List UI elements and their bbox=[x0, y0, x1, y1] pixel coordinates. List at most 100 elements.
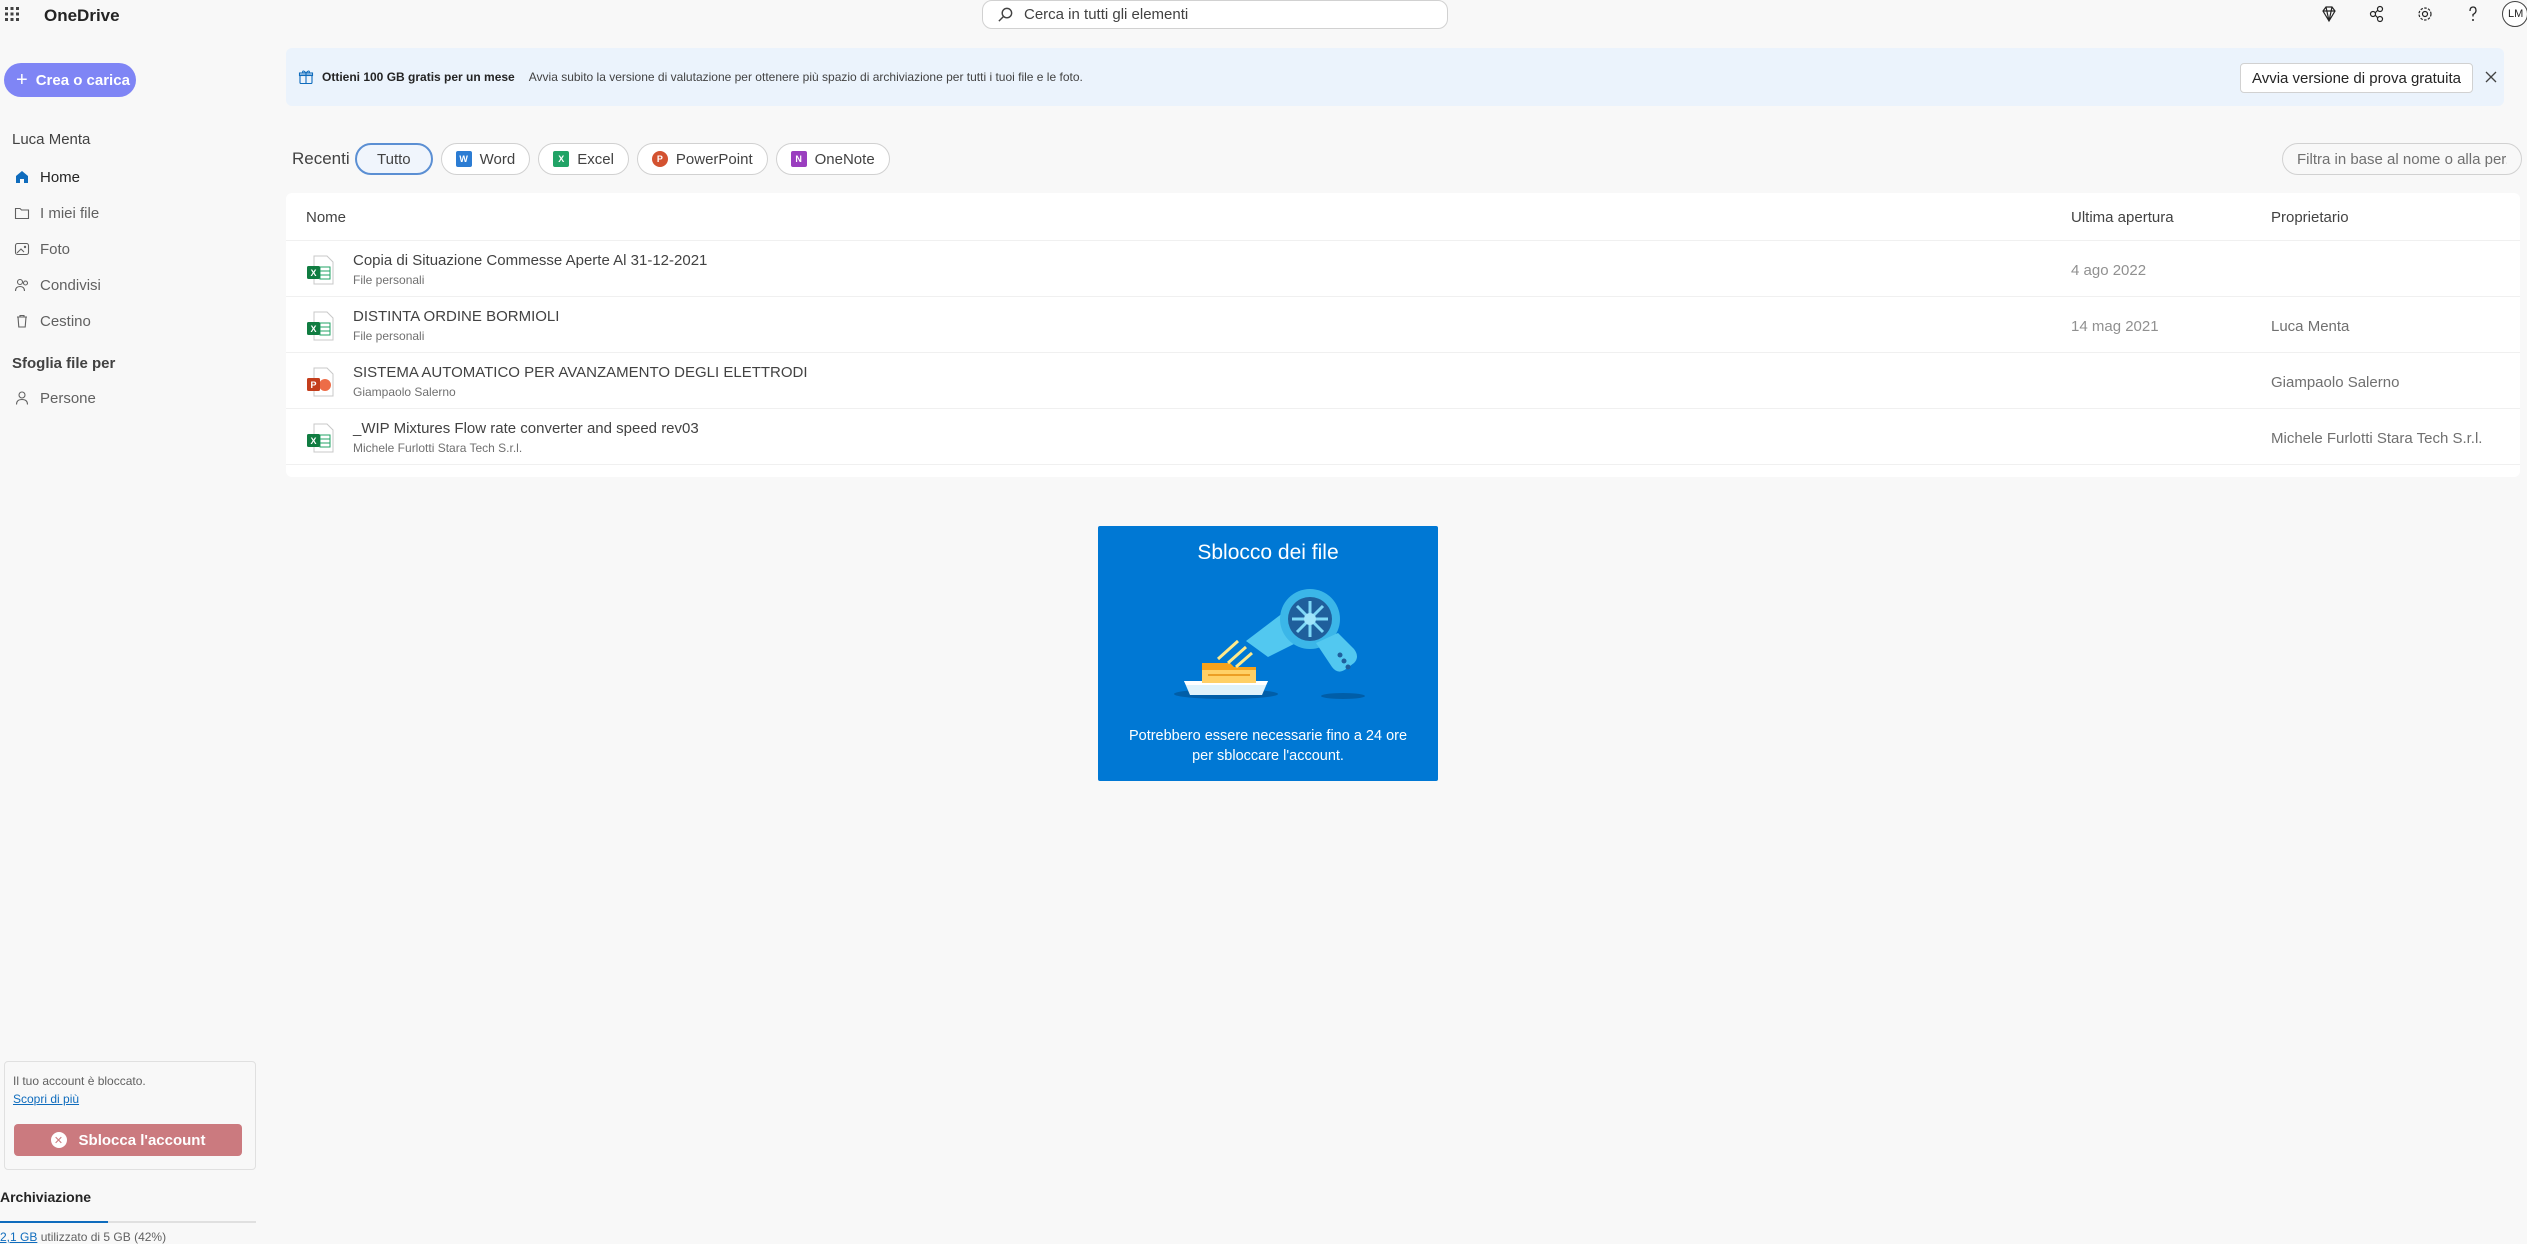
help-question-icon[interactable] bbox=[2449, 0, 2497, 28]
svg-text:P: P bbox=[310, 380, 316, 390]
storage-progress-fill bbox=[0, 1221, 108, 1223]
storage-used-link[interactable]: 2,1 GB bbox=[0, 1230, 37, 1244]
account-menu[interactable]: LM bbox=[2497, 0, 2527, 28]
sidebar-item-my-files[interactable]: I miei file bbox=[0, 195, 250, 231]
search-input[interactable] bbox=[1024, 6, 1424, 23]
top-bar: OneDrive LM bbox=[0, 0, 2527, 30]
column-header-owner[interactable]: Proprietario bbox=[2271, 209, 2349, 226]
filter-label: Excel bbox=[577, 150, 614, 168]
excel-icon: X bbox=[553, 151, 570, 167]
storage-usage-rest: utilizzato di 5 GB (42%) bbox=[37, 1230, 167, 1244]
column-header-name[interactable]: Nome bbox=[306, 209, 346, 226]
banner-text: Avvia subito la versione di valutazione … bbox=[528, 70, 1083, 84]
sidebar-item-label: Cestino bbox=[40, 312, 91, 330]
file-last-opened: 4 ago 2022 bbox=[2071, 262, 2147, 279]
file-owner: Michele Furlotti Stara Tech S.r.l. bbox=[2271, 430, 2483, 447]
file-type-filters: Tutto W Word X Excel P PowerPoint N OneN… bbox=[355, 143, 890, 175]
start-trial-button[interactable]: Avvia versione di prova gratuita bbox=[2240, 63, 2473, 93]
photo-icon bbox=[14, 242, 30, 256]
file-owner: Giampaolo Salerno bbox=[2271, 374, 2400, 391]
svg-text:X: X bbox=[310, 324, 316, 334]
person-icon bbox=[15, 391, 29, 405]
filter-excel[interactable]: X Excel bbox=[538, 143, 629, 175]
unlock-account-label: Sblocca l'account bbox=[78, 1131, 206, 1149]
filter-onenote[interactable]: N OneNote bbox=[775, 143, 890, 175]
sidebar-item-label: I miei file bbox=[40, 204, 100, 222]
table-header: Nome Ultima apertura Proprietario bbox=[286, 193, 2520, 241]
browse-section-title: Sfoglia file per bbox=[12, 355, 116, 372]
svg-text:X: X bbox=[310, 436, 316, 446]
search-box[interactable] bbox=[982, 0, 1448, 29]
search-icon bbox=[998, 7, 1013, 22]
excel-file-icon: X bbox=[307, 423, 334, 453]
sidebar-item-home[interactable]: Home bbox=[0, 159, 250, 195]
storage-progress-bar bbox=[0, 1221, 256, 1223]
home-icon bbox=[16, 171, 28, 183]
folder-icon bbox=[14, 207, 30, 220]
excel-file-icon: X bbox=[307, 255, 334, 285]
app-launcher-icon[interactable] bbox=[4, 6, 20, 22]
filter-all[interactable]: Tutto bbox=[355, 143, 433, 175]
excel-file-icon: X bbox=[307, 311, 334, 341]
powerpoint-icon: P bbox=[651, 151, 668, 167]
file-location: File personali bbox=[353, 273, 425, 287]
sidebar-item-label: Persone bbox=[40, 389, 96, 407]
file-name[interactable]: DISTINTA ORDINE BORMIOLI bbox=[353, 308, 559, 325]
user-name: Luca Menta bbox=[12, 131, 91, 148]
filter-name-input[interactable] bbox=[2282, 143, 2522, 175]
sidebar-item-label: Home bbox=[40, 168, 81, 186]
recent-label: Recenti bbox=[292, 149, 350, 168]
file-name[interactable]: SISTEMA AUTOMATICO PER AVANZAMENTO DEGLI… bbox=[353, 364, 808, 381]
gift-icon bbox=[298, 70, 314, 85]
sidebar-item-trash[interactable]: Cestino bbox=[0, 303, 250, 339]
file-name[interactable]: Copia di Situazione Commesse Aperte Al 3… bbox=[353, 252, 707, 269]
create-upload-button[interactable]: + Crea o carica bbox=[4, 63, 136, 97]
sidebar-item-people[interactable]: Persone bbox=[0, 380, 250, 416]
filter-powerpoint[interactable]: P PowerPoint bbox=[636, 143, 768, 175]
svg-text:X: X bbox=[310, 268, 316, 278]
file-location: File personali bbox=[353, 329, 425, 343]
settings-gear-icon[interactable] bbox=[2401, 0, 2449, 28]
sidebar-item-label: Condivisi bbox=[40, 276, 101, 294]
learn-more-link[interactable]: Scopri di più bbox=[13, 1092, 79, 1106]
filter-label: PowerPoint bbox=[675, 150, 753, 168]
trial-banner: Ottieni 100 GB gratis per un mese Avvia … bbox=[286, 48, 2504, 106]
filter-label: OneNote bbox=[814, 150, 875, 168]
error-circle-icon: ✕ bbox=[50, 1132, 67, 1148]
sidebar-item-shared[interactable]: Condivisi bbox=[0, 267, 250, 303]
unlock-account-button[interactable]: ✕ Sblocca l'account bbox=[14, 1124, 242, 1156]
filter-label: Word bbox=[479, 150, 516, 168]
filter-word[interactable]: W Word bbox=[440, 143, 531, 175]
plus-icon: + bbox=[16, 69, 28, 91]
banner-title: Ottieni 100 GB gratis per un mese bbox=[322, 70, 515, 84]
file-name[interactable]: _WIP Mixtures Flow rate converter and sp… bbox=[353, 420, 699, 437]
powerpoint-file-icon: P bbox=[307, 367, 334, 397]
onenote-icon: N bbox=[790, 151, 807, 167]
unlock-card-text: Potrebbero essere necessarie fino a 24 o… bbox=[1128, 728, 1408, 764]
file-last-opened: 14 mag 2021 bbox=[2071, 318, 2159, 335]
word-icon: W bbox=[455, 151, 472, 167]
close-icon[interactable] bbox=[2480, 66, 2502, 88]
people-icon bbox=[14, 278, 29, 292]
table-row[interactable]: X _WIP Mixtures Flow rate converter and … bbox=[286, 409, 2520, 465]
share-network-icon[interactable] bbox=[2353, 0, 2401, 28]
account-locked-message: Il tuo account è bloccato. bbox=[13, 1074, 146, 1088]
hair-dryer-illustration bbox=[1174, 589, 1365, 699]
storage-usage-text: 2,1 GB utilizzato di 5 GB (42%) bbox=[0, 1230, 166, 1244]
sidebar-item-photos[interactable]: Foto bbox=[0, 231, 250, 267]
file-location: Michele Furlotti Stara Tech S.r.l. bbox=[353, 441, 523, 455]
browse-nav: Persone bbox=[0, 380, 250, 416]
trash-icon bbox=[17, 314, 27, 328]
table-row[interactable]: P SISTEMA AUTOMATICO PER AVANZAMENTO DEG… bbox=[286, 353, 2520, 409]
unlock-files-card: Sblocco dei file Potrebbero essere neces… bbox=[1098, 526, 1438, 781]
unlock-card-title: Sblocco dei file bbox=[1197, 541, 1339, 564]
file-location: Giampaolo Salerno bbox=[353, 385, 456, 399]
account-locked-card: Il tuo account è bloccato. Scopri di più… bbox=[4, 1061, 256, 1170]
app-title[interactable]: OneDrive bbox=[44, 6, 120, 26]
table-row[interactable]: X Copia di Situazione Commesse Aperte Al… bbox=[286, 241, 2520, 297]
premium-diamond-icon[interactable] bbox=[2305, 0, 2353, 28]
table-row[interactable]: X DISTINTA ORDINE BORMIOLI File personal… bbox=[286, 297, 2520, 353]
column-header-opened[interactable]: Ultima apertura bbox=[2071, 209, 2174, 226]
sidebar-item-label: Foto bbox=[40, 240, 71, 258]
file-owner: Luca Menta bbox=[2271, 318, 2350, 335]
